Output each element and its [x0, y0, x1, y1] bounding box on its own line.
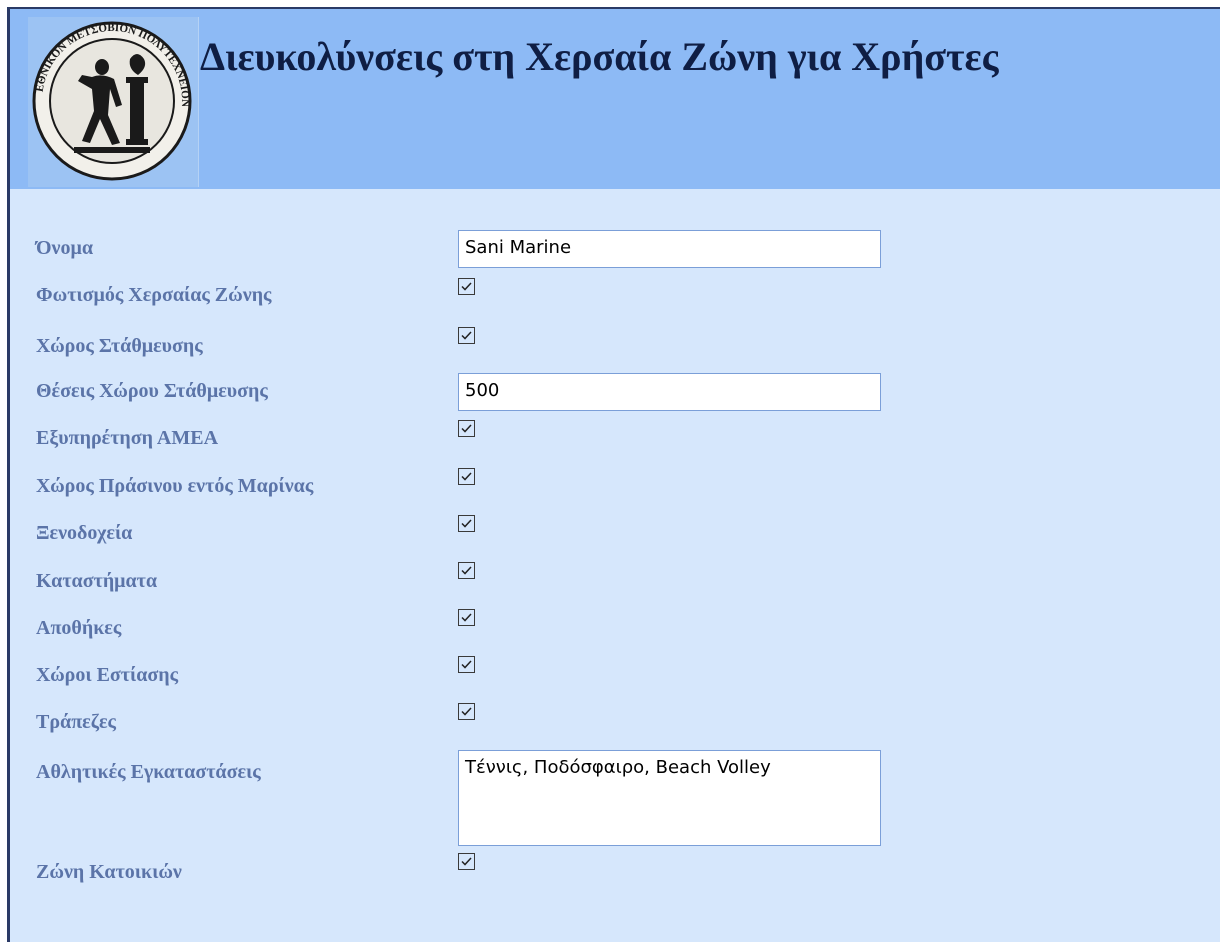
green-space-checkbox[interactable] — [458, 468, 475, 485]
lighting-checkbox[interactable] — [458, 278, 475, 295]
form-window: ΕΘΝΙΚΟΝ ΜΕΤΣΟΒΙΟΝ ΠΟΛΥΤΕΧΝΕΙΟΝ Διευκολύν… — [7, 7, 1220, 942]
check-icon — [461, 519, 472, 528]
residential-checkbox[interactable] — [458, 853, 475, 870]
hotels-label: Ξενοδοχεία — [36, 522, 133, 544]
check-icon — [461, 331, 472, 340]
parking-label: Χώρος Στάθμευσης — [36, 335, 203, 357]
shops-label: Καταστήματα — [36, 570, 158, 592]
name-label: Όνομα — [36, 237, 93, 259]
sports-field[interactable]: Τέννις, Ποδόσφαιρο, Beach Volley — [458, 750, 881, 846]
form-header: ΕΘΝΙΚΟΝ ΜΕΤΣΟΒΙΟΝ ΠΟΛΥΤΕΧΝΕΙΟΝ Διευκολύν… — [10, 9, 1220, 189]
check-icon — [461, 660, 472, 669]
hotels-checkbox[interactable] — [458, 515, 475, 532]
ntua-seal-logo-icon: ΕΘΝΙΚΟΝ ΜΕΤΣΟΒΙΟΝ ΠΟΛΥΤΕΧΝΕΙΟΝ — [32, 21, 192, 181]
banks-checkbox[interactable] — [458, 703, 475, 720]
residential-label: Ζώνη Κατοικιών — [36, 861, 182, 883]
sports-label: Αθλητικές Εγκαταστάσεις — [36, 761, 261, 783]
check-icon — [461, 613, 472, 622]
warehouses-label: Αποθήκες — [36, 617, 122, 639]
parking-checkbox[interactable] — [458, 327, 475, 344]
logo-container: ΕΘΝΙΚΟΝ ΜΕΤΣΟΒΙΟΝ ΠΟΛΥΤΕΧΝΕΙΟΝ — [28, 17, 199, 187]
check-icon — [461, 282, 472, 291]
accessibility-label: Εξυπηρέτηση ΑΜΕΑ — [36, 427, 219, 449]
check-icon — [461, 472, 472, 481]
shops-checkbox[interactable] — [458, 562, 475, 579]
dining-checkbox[interactable] — [458, 656, 475, 673]
warehouses-checkbox[interactable] — [458, 609, 475, 626]
lighting-label: Φωτισμός Χερσαίας Ζώνης — [36, 284, 272, 306]
accessibility-checkbox[interactable] — [458, 420, 475, 437]
page-title: Διευκολύνσεις στη Χερσαία Ζώνη για Χρήστ… — [200, 34, 999, 79]
name-field[interactable]: Sani Marine — [458, 230, 881, 268]
check-icon — [461, 566, 472, 575]
check-icon — [461, 424, 472, 433]
check-icon — [461, 707, 472, 716]
green-space-label: Χώρος Πράσινου εντός Μαρίνας — [36, 475, 314, 497]
dining-label: Χώροι Εστίασης — [36, 664, 179, 686]
banks-label: Τράπεζες — [36, 711, 116, 733]
parking-spots-field[interactable]: 500 — [458, 373, 881, 411]
parking-spots-label: Θέσεις Χώρου Στάθμευσης — [36, 380, 268, 402]
check-icon — [461, 857, 472, 866]
